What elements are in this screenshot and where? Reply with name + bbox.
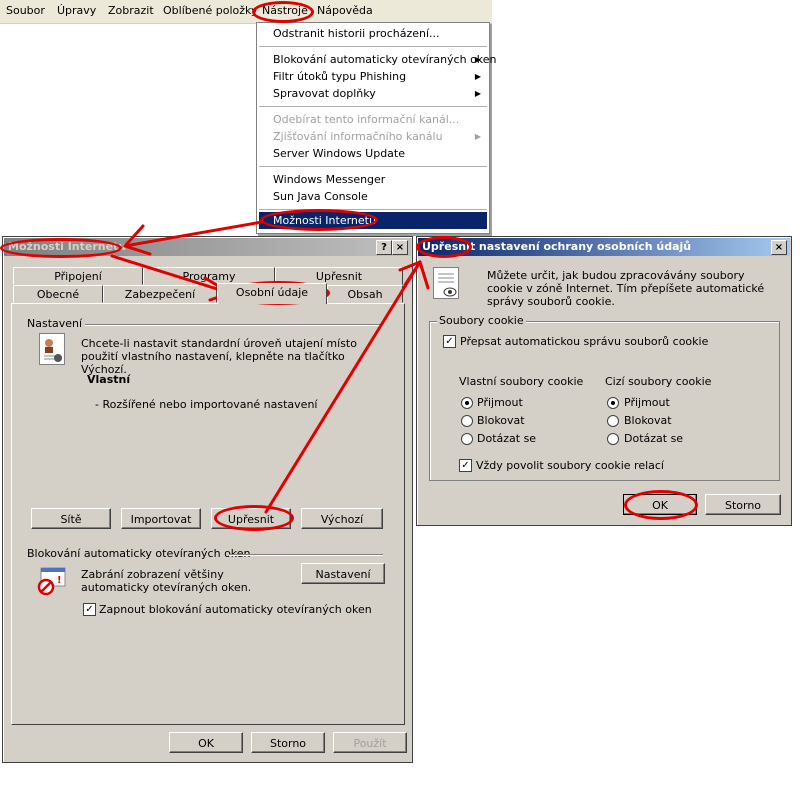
menu-item-popup-blocker[interactable]: Blokování automaticky otevíraných oken ▶ — [273, 51, 497, 68]
menu-item-delete-history[interactable]: Odstranit historii procházení... — [273, 25, 487, 42]
close-button[interactable]: × — [771, 240, 787, 255]
advanced-description: Můžete určit, jak budou zpracovávány sou… — [487, 269, 765, 308]
first-party-block-radio[interactable] — [461, 415, 473, 427]
override-checkbox-label: Přepsat automatickou správu souborů cook… — [460, 335, 709, 348]
popup-settings-button[interactable]: Nastavení — [301, 563, 385, 584]
popup-description: Zabrání zobrazení většiny automaticky ot… — [81, 568, 252, 594]
tab-pripojeni[interactable]: Připojení — [13, 267, 143, 285]
submenu-arrow-icon: ▶ — [474, 132, 481, 141]
dialog-title: Upřesnit nastavení ochrany osobních údaj… — [422, 240, 692, 253]
advanced-button[interactable]: Upřesnit — [211, 508, 291, 529]
override-checkbox[interactable]: ✓ — [443, 335, 456, 348]
default-button[interactable]: Výchozí — [301, 508, 383, 529]
menu-item-windows-messenger[interactable]: Windows Messenger — [273, 171, 487, 188]
menu-nastroje[interactable]: Nástroje — [262, 4, 308, 17]
first-party-prompt-label: Dotázat se — [477, 432, 537, 445]
settings-description: Chcete-li nastavit standardní úroveň uta… — [81, 337, 357, 376]
submenu-arrow-icon: ▶ — [474, 72, 481, 81]
popup-blocker-icon: ! — [37, 567, 67, 596]
third-party-accept-label: Přijmout — [624, 396, 670, 409]
privacy-level-description: - Rozšířené nebo importované nastavení — [95, 398, 318, 411]
menu-bar: Soubor Úpravy Zobrazit Oblíbené položky … — [0, 0, 492, 24]
apply-button[interactable]: Použít — [333, 732, 407, 753]
first-party-accept-radio[interactable] — [461, 397, 473, 409]
first-party-header: Vlastní soubory cookie — [459, 375, 584, 388]
sites-button[interactable]: Sítě — [31, 508, 111, 529]
third-party-block-label: Blokovat — [624, 414, 672, 427]
menu-item-java-console[interactable]: Sun Java Console — [273, 188, 487, 205]
dialog-titlebar: Upřesnit nastavení ochrany osobních údaj… — [418, 238, 790, 256]
ok-button[interactable]: OK — [169, 732, 243, 753]
tools-dropdown-menu: Odstranit historii procházení... Bloková… — [256, 22, 497, 234]
third-party-header: Cizí soubory cookie — [605, 375, 712, 388]
dialog-titlebar: Možnosti Internetu ? × — [4, 238, 411, 256]
popup-group-label: Blokování automaticky otevíraných oken — [27, 547, 251, 560]
menu-item-windows-update[interactable]: Server Windows Update — [273, 145, 487, 162]
third-party-accept-radio[interactable] — [607, 397, 619, 409]
dialog-title: Možnosti Internetu — [8, 240, 127, 253]
tab-osobni-udaje[interactable]: Osobní údaje — [217, 283, 327, 304]
menu-napoveda[interactable]: Nápověda — [317, 4, 373, 17]
menu-item-feed-discovery[interactable]: Zjišťování informačního kanálu ▶ — [273, 128, 487, 145]
privacy-doc-icon — [433, 267, 459, 299]
submenu-arrow-icon: ▶ — [474, 89, 481, 98]
first-party-prompt-radio[interactable] — [461, 433, 473, 445]
privacy-doc-icon — [39, 333, 65, 365]
menu-item-phishing-filter[interactable]: Filtr útoků typu Phishing ▶ — [273, 68, 487, 85]
menu-item-subscribe-feed[interactable]: Odebírat tento informační kanál... — [273, 111, 487, 128]
settings-group-label: Nastavení — [27, 317, 83, 330]
menu-upravy[interactable]: Úpravy — [57, 4, 96, 17]
group-divider — [85, 324, 383, 326]
close-button[interactable]: × — [392, 240, 408, 255]
menu-separator — [259, 106, 487, 107]
popup-blocker-checkbox-label: Zapnout blokování automaticky otevíranýc… — [99, 603, 372, 616]
tab-obecne[interactable]: Obecné — [13, 285, 103, 303]
help-button[interactable]: ? — [376, 240, 392, 255]
menu-item-manage-addons[interactable]: Spravovat doplňky ▶ — [273, 85, 487, 102]
menu-separator — [259, 166, 487, 167]
ok-button[interactable]: OK — [623, 494, 697, 515]
menu-item-internet-options[interactable]: Možnosti Internetu — [273, 212, 487, 229]
third-party-prompt-radio[interactable] — [607, 433, 619, 445]
cancel-button[interactable]: Storno — [251, 732, 325, 753]
menu-oblibene[interactable]: Oblíbené položky — [163, 4, 258, 17]
first-party-block-label: Blokovat — [477, 414, 525, 427]
tab-obsah[interactable]: Obsah — [327, 285, 403, 303]
menu-separator — [259, 46, 487, 47]
advanced-privacy-dialog: Upřesnit nastavení ochrany osobních údaj… — [416, 236, 792, 526]
svg-text:!: ! — [57, 575, 62, 586]
menu-separator — [259, 209, 487, 210]
menu-soubor[interactable]: Soubor — [6, 4, 45, 17]
popup-blocker-checkbox[interactable]: ✓ — [83, 603, 96, 616]
privacy-level-name: Vlastní — [87, 373, 131, 386]
session-cookies-label: Vždy povolit soubory cookie relací — [476, 459, 664, 472]
cancel-button[interactable]: Storno — [705, 494, 781, 515]
tab-zabezpeceni[interactable]: Zabezpečení — [103, 285, 217, 303]
session-cookies-checkbox[interactable]: ✓ — [459, 459, 472, 472]
cookies-group-label: Soubory cookie — [437, 314, 526, 327]
submenu-arrow-icon: ▶ — [474, 55, 481, 64]
internet-options-dialog: Možnosti Internetu ? × Připojení Program… — [2, 236, 413, 763]
first-party-accept-label: Přijmout — [477, 396, 523, 409]
third-party-block-radio[interactable] — [607, 415, 619, 427]
third-party-prompt-label: Dotázat se — [624, 432, 684, 445]
group-divider — [229, 554, 383, 556]
import-button[interactable]: Importovat — [121, 508, 201, 529]
menu-zobrazit[interactable]: Zobrazit — [108, 4, 154, 17]
